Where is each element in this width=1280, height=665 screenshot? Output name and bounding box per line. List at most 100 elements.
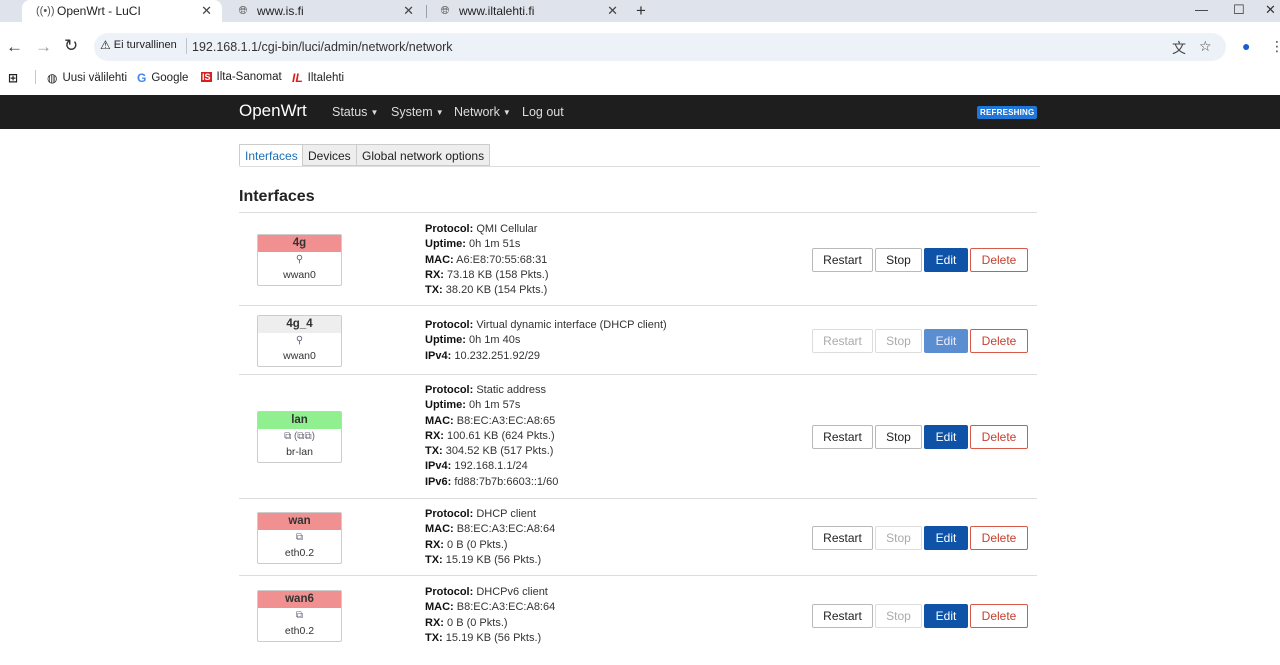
globe-icon: 🌐︎ <box>238 4 248 17</box>
info-key: MAC: <box>425 523 454 536</box>
menu-system[interactable]: System ▼ <box>391 105 444 119</box>
security-label: Ei turvallinen <box>113 39 177 51</box>
info-value: 192.168.1.1/24 <box>454 460 528 473</box>
security-indicator[interactable]: ⚠ Ei turvallinen <box>100 38 177 52</box>
delete-button-lan[interactable]: Delete <box>970 425 1028 449</box>
bookmark-iltalehti[interactable]: IL Iltalehti <box>292 71 344 85</box>
info-value: 15.19 KB (56 Pkts.) <box>445 553 542 566</box>
row-divider <box>239 305 1037 306</box>
tab-global-network-options[interactable]: Global network options <box>356 144 491 166</box>
kebab-menu-icon[interactable]: ⋮ <box>1270 38 1280 55</box>
stop-button-lan[interactable]: Stop <box>875 425 922 449</box>
edit-button-wan[interactable]: Edit <box>924 526 968 550</box>
interface-badge-4g_4: 4g_4 ⚲ wwan0 <box>257 315 342 367</box>
forward-icon[interactable]: → <box>35 37 52 57</box>
info-line: IPv4: 192.168.1.1/24 <box>425 459 558 474</box>
back-icon[interactable]: ← <box>6 37 23 57</box>
bookmark-label: Google <box>151 72 189 84</box>
star-icon[interactable]: ☆ <box>1199 38 1212 55</box>
info-value: 0 B (0 Pkts.) <box>447 616 508 629</box>
browser-tab-title: www.iltalehti.fi <box>459 4 535 18</box>
apps-icon[interactable]: ⊞ <box>8 71 23 85</box>
info-line: MAC: B8:EC:A3:EC:A8:64 <box>425 522 555 537</box>
delete-button-wan[interactable]: Delete <box>970 526 1028 550</box>
bookmark-new-tab[interactable]: ◍ Uusi välilehti <box>47 71 127 85</box>
info-line: IPv6: fd88:7b7b:6603::1/60 <box>425 475 558 490</box>
bookmark-separator <box>35 70 36 84</box>
info-value: A6:E8:70:55:68:31 <box>456 253 548 266</box>
interface-info: Protocol: Virtual dynamic interface (DHC… <box>425 318 667 364</box>
stop-button-wan6[interactable]: Stop <box>875 604 922 628</box>
info-line: Uptime: 0h 1m 57s <box>425 398 558 413</box>
window-close-icon[interactable]: ✕ <box>1265 2 1276 18</box>
info-key: Protocol: <box>425 384 474 396</box>
close-icon[interactable]: ✕ <box>403 3 414 19</box>
url-text[interactable]: 192.168.1.1/cgi-bin/luci/admin/network/n… <box>192 40 453 54</box>
info-line: RX: 0 B (0 Pkts.) <box>425 538 555 553</box>
minimize-icon[interactable]: — <box>1195 2 1208 17</box>
delete-button-4g_4[interactable]: Delete <box>970 329 1028 353</box>
new-tab-icon[interactable]: + <box>636 1 646 21</box>
brand-logo[interactable]: OpenWrt <box>239 101 307 121</box>
info-value: Static address <box>476 384 547 396</box>
url-separator <box>186 38 187 54</box>
row-divider <box>239 575 1037 576</box>
stop-button-4g[interactable]: Stop <box>875 248 922 272</box>
browser-tab-is[interactable]: 🌐︎ www.is.fi ✕ <box>222 0 424 22</box>
info-line: Protocol: Virtual dynamic interface (DHC… <box>425 318 667 333</box>
stop-button-wan[interactable]: Stop <box>875 526 922 550</box>
bookmarks-bar <box>0 66 1280 90</box>
browser-tab-openwrt[interactable]: ((•)) OpenWrt - LuCI ✕ <box>22 0 222 22</box>
info-key: RX: <box>425 616 444 629</box>
restart-button-4g[interactable]: Restart <box>812 248 873 272</box>
edit-button-wan6[interactable]: Edit <box>924 604 968 628</box>
menu-status[interactable]: Status ▼ <box>332 105 378 119</box>
info-key: IPv4: <box>425 349 452 362</box>
restart-button-wan[interactable]: Restart <box>812 526 873 550</box>
menu-network[interactable]: Network ▼ <box>454 105 511 119</box>
tab-underline <box>239 166 1040 167</box>
edit-button-lan[interactable]: Edit <box>924 425 968 449</box>
close-icon[interactable]: ✕ <box>201 3 212 19</box>
interface-name: 4g <box>258 235 341 252</box>
info-line: RX: 0 B (0 Pkts.) <box>425 616 555 631</box>
info-key: Uptime: <box>425 238 466 251</box>
reload-icon[interactable]: ↻ <box>64 36 78 56</box>
restart-button-lan[interactable]: Restart <box>812 425 873 449</box>
menu-label: Status <box>332 105 368 119</box>
translate-icon[interactable]: 文 <box>1172 38 1186 58</box>
bookmark-label: Ilta-Sanomat <box>216 71 282 83</box>
info-line: Protocol: DHCP client <box>425 507 555 522</box>
edit-button-4g_4[interactable]: Edit <box>924 329 968 353</box>
info-value: DHCPv6 client <box>476 586 548 598</box>
edit-button-4g[interactable]: Edit <box>924 248 968 272</box>
delete-button-4g[interactable]: Delete <box>970 248 1028 272</box>
interface-device: eth0.2 <box>284 625 315 637</box>
delete-button-wan6[interactable]: Delete <box>970 604 1028 628</box>
info-value: Virtual dynamic interface (DHCP client) <box>476 319 667 331</box>
close-icon[interactable]: ✕ <box>607 3 618 19</box>
info-line: Protocol: QMI Cellular <box>425 222 549 237</box>
interface-info: Protocol: DHCPv6 client MAC: B8:EC:A3:EC:… <box>425 585 555 646</box>
restart-button-4g_4[interactable]: Restart <box>812 329 873 353</box>
wireless-icon: ⚲ <box>295 335 304 346</box>
maximize-icon[interactable]: ☐ <box>1233 2 1245 18</box>
row-divider <box>239 374 1037 375</box>
tab-devices[interactable]: Devices <box>302 144 357 166</box>
menu-logout[interactable]: Log out <box>522 105 564 119</box>
tab-interfaces[interactable]: Interfaces <box>239 144 304 166</box>
refreshing-badge[interactable]: REFRESHING <box>977 106 1038 119</box>
browser-tab-iltalehti[interactable]: 🌐︎ www.iltalehti.fi ✕ <box>424 0 628 22</box>
restart-button-wan6[interactable]: Restart <box>812 604 873 628</box>
info-key: RX: <box>425 538 444 551</box>
menu-label: System <box>391 105 433 119</box>
bookmark-ilta-sanomat[interactable]: IS Ilta-Sanomat <box>201 71 282 83</box>
info-key: Protocol: <box>425 223 474 235</box>
stop-button-4g_4[interactable]: Stop <box>875 329 922 353</box>
bookmark-google[interactable]: G Google <box>137 71 188 85</box>
row-divider <box>239 498 1037 499</box>
info-line: IPv4: 10.232.251.92/29 <box>425 349 667 364</box>
info-line: TX: 15.19 KB (56 Pkts.) <box>425 631 555 646</box>
info-value: 0h 1m 57s <box>469 399 521 412</box>
profile-icon[interactable]: ● <box>1242 38 1250 54</box>
